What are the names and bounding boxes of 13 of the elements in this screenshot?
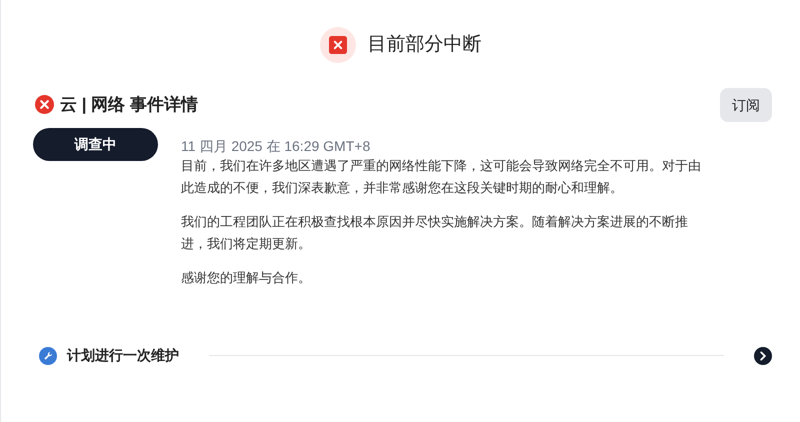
incident-title: 云 | 网络 事件详情 <box>60 94 198 116</box>
subscribe-button[interactable]: 订阅 <box>720 88 772 122</box>
incident-time: 11 四月 2025 在 16:29 GMT+8 <box>181 137 372 155</box>
incident-paragraph: 感谢您的理解与合作。 <box>181 269 312 287</box>
error-icon <box>35 95 54 114</box>
status-icon <box>320 27 356 63</box>
incident-paragraph: 我们的工程团队正在积极查找根本原因并尽快实施解决方案。随着解决方案进展的不断推进，我们将定期更新。 <box>181 213 689 253</box>
chevron-right-icon[interactable] <box>754 346 772 364</box>
maintenance-title: 计划进行一次维护 <box>67 346 179 365</box>
wrench-icon <box>39 346 57 364</box>
status-badge: 调查中 <box>33 128 158 161</box>
incident-paragraph: 目前，我们在许多地区遭遇了严重的网络性能下降，这可能会导致网络完全不可用。对于由此造成的不便，我们深表歉意，并非常感谢您在这段关键时期的耐心和理解。 <box>181 157 702 197</box>
status-title: 目前部分中断 <box>368 32 482 57</box>
